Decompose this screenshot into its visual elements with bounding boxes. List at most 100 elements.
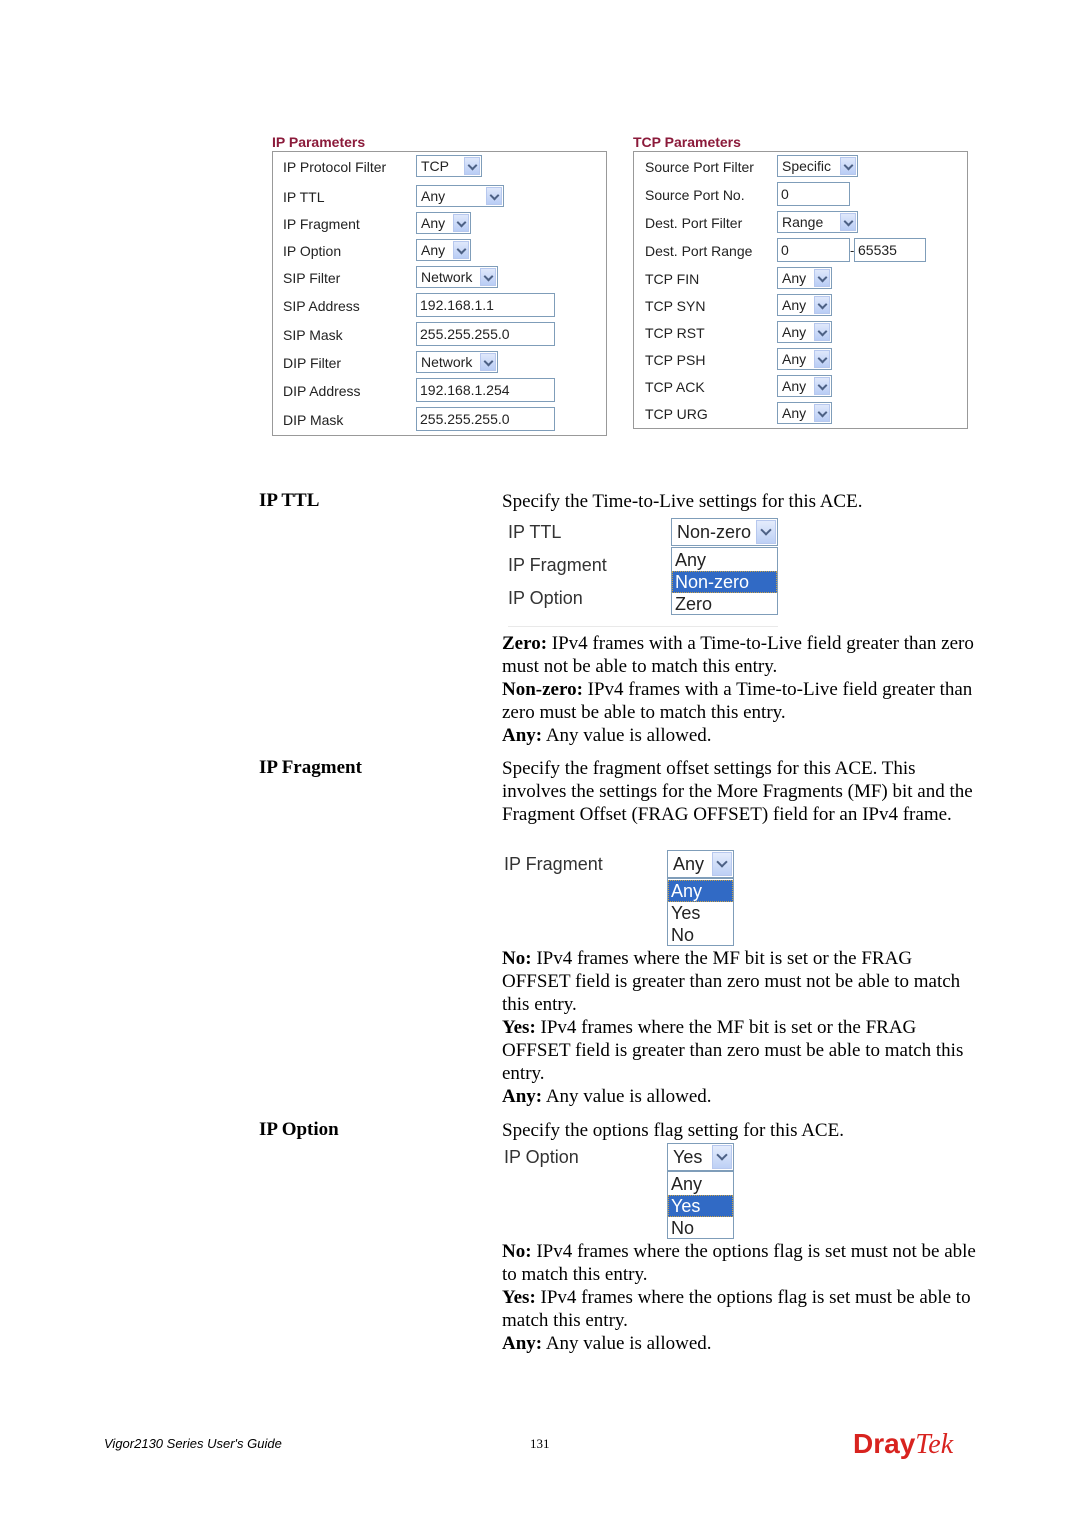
sip-mask-input[interactable]: 255.255.255.0	[416, 322, 555, 346]
def-any: Any: Any value is allowed.	[502, 1333, 712, 1354]
sip-filter-select[interactable]: Network	[416, 266, 498, 288]
chevron-down-icon	[712, 1145, 732, 1169]
faded-row-fragment	[508, 620, 778, 628]
dip-mask-input[interactable]: 255.255.255.0	[416, 407, 555, 431]
source-port-filter-select[interactable]: Specific	[777, 155, 858, 177]
chevron-down-icon	[453, 214, 469, 232]
chevron-down-icon	[814, 323, 830, 341]
tcp-urg-select[interactable]: Any	[777, 402, 832, 424]
example-ip-option-label: IP Option	[508, 588, 583, 608]
def-any: Any: Any value is allowed.	[502, 725, 712, 746]
tcp-rst-select[interactable]: Any	[777, 321, 832, 343]
tcp-psh-select[interactable]: Any	[777, 348, 832, 370]
sip-mask-label: SIP Mask	[283, 327, 343, 343]
ip-ttl-term: IP TTL	[259, 490, 320, 511]
tcp-ack-select[interactable]: Any	[777, 375, 832, 397]
sip-filter-label: SIP Filter	[283, 270, 341, 286]
def-yes: Yes: IPv4 frames where the MF bit is set…	[502, 1017, 964, 1084]
sip-address-input[interactable]: 192.168.1.1	[416, 293, 555, 317]
chevron-down-icon	[756, 520, 776, 544]
tcp-fin-select[interactable]: Any	[777, 267, 832, 289]
dip-address-input[interactable]: 192.168.1.254	[416, 378, 555, 402]
tcp-rst-label: TCP RST	[645, 325, 705, 341]
ip-option-term: IP Option	[259, 1119, 339, 1140]
def-any: Any: Any value is allowed.	[502, 1086, 712, 1107]
tcp-fin-label: TCP FIN	[645, 271, 700, 287]
ip-fragment-definitions: No: IPv4 frames where the MF bit is set …	[502, 947, 967, 1108]
ttl-option-non-zero[interactable]: Non-zero	[672, 571, 777, 593]
example-ip-fragment-label-2: IP Fragment	[504, 854, 603, 874]
fragment-option-yes[interactable]: Yes	[668, 902, 733, 924]
tcp-syn-select[interactable]: Any	[777, 294, 832, 316]
ip-parameters-title: IP Parameters	[272, 134, 366, 150]
ip-protocol-filter-select[interactable]: TCP	[416, 155, 482, 177]
chevron-down-icon	[814, 350, 830, 368]
option-example-select[interactable]: Yes	[667, 1143, 734, 1171]
tcp-parameters-panel: Source Port Filter Specific Source Port …	[633, 151, 968, 429]
ip-ttl-intro: Specify the Time-to-Live settings for th…	[502, 491, 863, 512]
fragment-options-list: Any Yes No	[667, 878, 734, 946]
ip-option-intro: Specify the options flag setting for thi…	[502, 1120, 844, 1141]
chevron-down-icon	[814, 296, 830, 314]
chevron-down-icon	[814, 404, 830, 422]
chevron-down-icon	[453, 241, 469, 259]
option-option-yes[interactable]: Yes	[668, 1195, 733, 1217]
ttl-options-list: Any Non-zero Zero	[671, 547, 778, 615]
ip-fragment-intro: Specify the fragment offset settings for…	[502, 758, 973, 825]
ip-ttl-definitions: Zero: IPv4 frames with a Time-to-Live fi…	[502, 632, 980, 747]
source-port-no-label: Source Port No.	[645, 187, 745, 203]
def-yes: Yes: IPv4 frames where the options flag …	[502, 1287, 971, 1331]
tcp-urg-label: TCP URG	[645, 406, 708, 422]
example-ip-fragment-label: IP Fragment	[508, 555, 607, 575]
example-ip-ttl-label: IP TTL	[508, 522, 562, 542]
ip-ttl-select[interactable]: Any	[416, 185, 504, 207]
page-number: 131	[530, 1436, 550, 1451]
ip-fragment-select[interactable]: Any	[416, 212, 471, 234]
tcp-syn-label: TCP SYN	[645, 298, 706, 314]
draytek-logo: DrayTek	[853, 1428, 954, 1460]
chevron-down-icon	[486, 187, 502, 205]
chevron-down-icon	[814, 269, 830, 287]
dest-port-filter-select[interactable]: Range	[777, 211, 858, 233]
tcp-ack-label: TCP ACK	[645, 379, 705, 395]
sip-address-label: SIP Address	[283, 298, 360, 314]
tcp-parameters-title: TCP Parameters	[633, 134, 741, 150]
dip-filter-label: DIP Filter	[283, 355, 342, 371]
chevron-down-icon	[840, 213, 856, 231]
dip-address-label: DIP Address	[283, 383, 361, 399]
option-options-list: Any Yes No	[667, 1171, 734, 1239]
ip-protocol-filter-label: IP Protocol Filter	[283, 159, 387, 175]
ip-parameters-panel: IP Protocol Filter TCP IP TTL Any IP Fra…	[272, 151, 607, 436]
guide-title: Vigor2130 Series User's Guide	[104, 1436, 282, 1451]
def-no: No: IPv4 frames where the MF bit is set …	[502, 948, 961, 1015]
fragment-option-no[interactable]: No	[668, 924, 733, 946]
option-option-no[interactable]: No	[668, 1217, 733, 1239]
ip-option-label: IP Option	[283, 243, 342, 259]
ip-fragment-label: IP Fragment	[283, 216, 360, 232]
def-non-zero: Non-zero: IPv4 frames with a Time-to-Liv…	[502, 679, 973, 723]
tcp-psh-label: TCP PSH	[645, 352, 706, 368]
dest-port-range-end-input[interactable]: 65535	[854, 238, 926, 262]
dip-mask-label: DIP Mask	[283, 412, 344, 428]
dest-port-filter-label: Dest. Port Filter	[645, 215, 743, 231]
dip-filter-select[interactable]: Network	[416, 351, 498, 373]
source-port-no-input[interactable]: 0	[777, 182, 850, 206]
example-ip-option-label-2: IP Option	[504, 1147, 579, 1167]
ttl-option-zero[interactable]: Zero	[672, 593, 777, 615]
dest-port-range-label: Dest. Port Range	[645, 243, 753, 259]
option-option-any[interactable]: Any	[668, 1173, 733, 1195]
ttl-example-select[interactable]: Non-zero	[671, 518, 778, 546]
ip-ttl-label: IP TTL	[283, 189, 325, 205]
chevron-down-icon	[712, 852, 732, 876]
source-port-filter-label: Source Port Filter	[645, 159, 754, 175]
fragment-option-any[interactable]: Any	[668, 880, 733, 902]
ttl-option-any[interactable]: Any	[672, 549, 777, 571]
fragment-example-select[interactable]: Any	[667, 850, 734, 878]
chevron-down-icon	[814, 377, 830, 395]
def-zero: Zero: IPv4 frames with a Time-to-Live fi…	[502, 633, 974, 677]
chevron-down-icon	[480, 353, 496, 371]
ip-option-select[interactable]: Any	[416, 239, 471, 261]
dest-port-range-start-input[interactable]: 0	[777, 238, 850, 262]
chevron-down-icon	[464, 157, 480, 175]
def-no: No: IPv4 frames where the options flag i…	[502, 1241, 976, 1285]
